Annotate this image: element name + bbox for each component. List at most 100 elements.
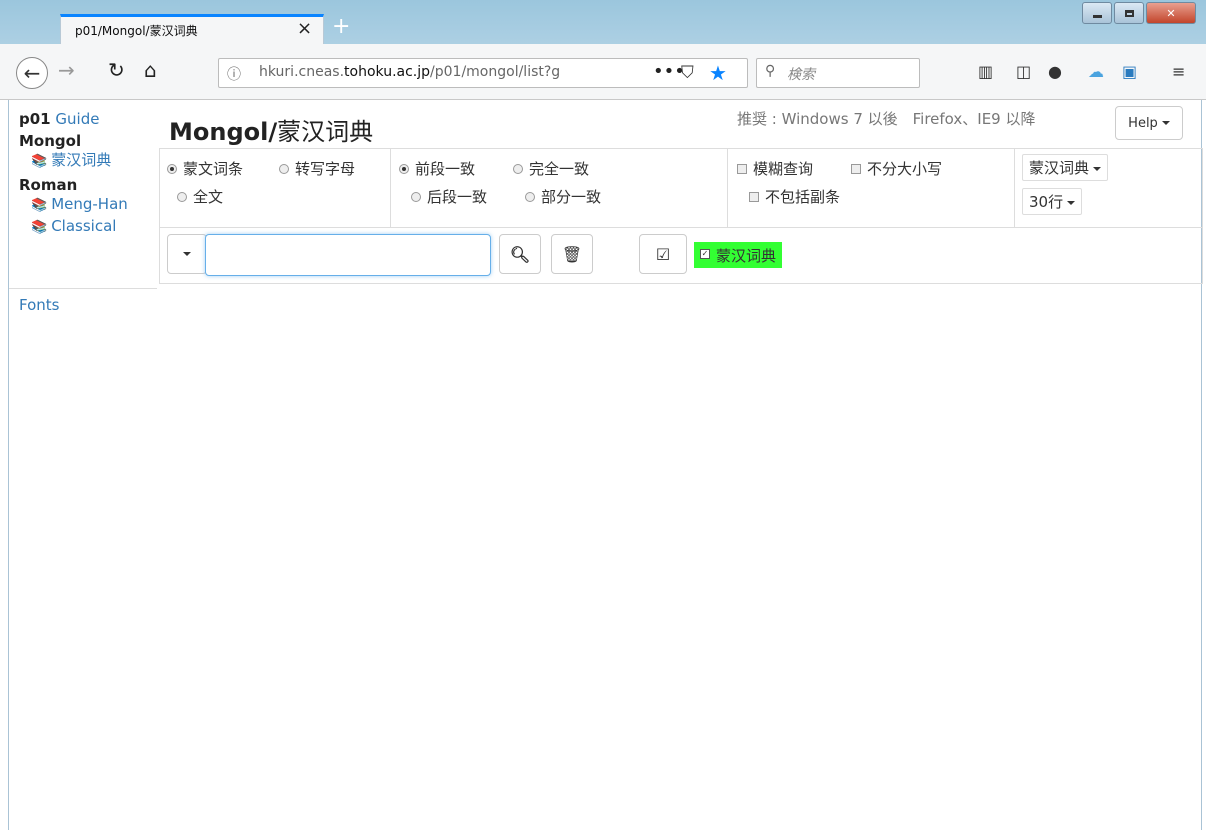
search-button[interactable]: 🔍︎ [499, 234, 541, 274]
divider [159, 227, 1203, 228]
search-icon: ⚲ [765, 63, 776, 79]
radio-prefix-match[interactable]: 前段一致 [399, 158, 475, 179]
checkbox-exclude-subentries[interactable]: 不包括副条 [749, 186, 840, 207]
search-placeholder: 検索 [787, 67, 815, 83]
tab-title: p01/Mongol/蒙汉词典 [75, 24, 198, 38]
dictionary-select[interactable]: 蒙汉词典 [1022, 154, 1109, 181]
home-icon[interactable]: ⌂ [144, 58, 157, 82]
sidebar-item-menghan-dict[interactable]: 📚 蒙汉词典 [19, 150, 159, 172]
pocket-icon[interactable]: ⛉ [681, 63, 694, 83]
s-extension-icon[interactable]: ▣ [1122, 62, 1137, 81]
browser-chrome: p01/Mongol/蒙汉词典 × + ✕ ← → ↻ ⌂ ⓘ hkuri.cn… [0, 0, 1206, 100]
maximize-button[interactable] [1114, 2, 1144, 24]
chevron-down-icon [1093, 166, 1102, 171]
radio-mongolian-entry[interactable]: 蒙文词条 [167, 158, 243, 179]
address-bar[interactable]: ⓘ hkuri.cneas.tohoku.ac.jp/p01/mongol/li… [218, 58, 748, 88]
close-window-button[interactable]: ✕ [1146, 2, 1196, 24]
checkbox-label: 不分大小写 [867, 160, 943, 178]
checkbox-icon [737, 163, 747, 174]
selected-dictionary-badge[interactable]: ✓ 蒙汉词典 [694, 242, 783, 268]
window-controls: ✕ [1082, 2, 1202, 24]
select-value: 蒙汉词典 [1029, 159, 1090, 177]
radio-label: 后段一致 [427, 188, 488, 206]
search-input[interactable] [205, 234, 491, 276]
url-path: /p01/mongol/list?g [430, 64, 561, 80]
site-label: p01 [19, 110, 51, 128]
new-tab-icon[interactable]: + [332, 14, 350, 39]
radio-icon [177, 191, 187, 202]
page-title: Mongol/蒙汉词典 [169, 112, 373, 147]
menu-icon[interactable]: ≡ [1172, 62, 1185, 81]
url-text[interactable]: hkuri.cneas.tohoku.ac.jp/p01/mongol/list… [259, 64, 631, 80]
select-dictionaries-button[interactable]: ☑ [639, 234, 687, 274]
select-value: 30行 [1029, 193, 1064, 211]
tab-strip: p01/Mongol/蒙汉词典 × + ✕ [0, 0, 1206, 44]
checkbox-label: 不包括副条 [765, 188, 841, 206]
sidebar-toggle-icon[interactable]: ◫ [1016, 62, 1031, 81]
guide-link[interactable]: Guide [55, 110, 99, 128]
radio-label: 完全一致 [529, 160, 590, 178]
bookmark-star-icon[interactable]: ★ [709, 61, 727, 85]
radio-icon [411, 191, 421, 202]
radio-icon [525, 191, 535, 202]
sidebar: p01 Guide Mongol 📚 蒙汉词典 Roman 📚 Meng-Han 📚… [19, 110, 159, 238]
checkbox-checked-icon: ✓ [700, 249, 710, 259]
chevron-down-icon [1161, 121, 1170, 125]
cloud-extension-icon[interactable]: ☁ [1088, 62, 1104, 81]
book-icon: 📚 [31, 220, 48, 235]
divider [1014, 148, 1015, 228]
trash-icon: 🗑 [561, 244, 583, 264]
radio-transliteration[interactable]: 转写字母 [279, 158, 355, 179]
radio-label: 前段一致 [415, 160, 476, 178]
radio-icon [399, 163, 409, 174]
radio-fulltext[interactable]: 全文 [177, 186, 223, 207]
back-button[interactable]: ← [16, 57, 48, 89]
divider [1202, 148, 1203, 284]
book-icon: 📚 [31, 198, 48, 213]
radio-suffix-match[interactable]: 后段一致 [411, 186, 487, 207]
sidebar-item-classical[interactable]: 📚 Classical [19, 216, 159, 238]
minimize-icon [1092, 14, 1102, 18]
fonts-link[interactable]: Fonts [19, 296, 59, 314]
checkbox-icon [851, 163, 861, 174]
radio-label: 部分一致 [541, 188, 602, 206]
browser-search-box[interactable]: ⚲ 検索 [756, 58, 920, 88]
reload-icon[interactable]: ↻ [108, 58, 125, 82]
checkbox-case-insensitive[interactable]: 不分大小写 [851, 158, 942, 179]
tab-close-icon[interactable]: × [297, 18, 312, 39]
title-dictionary: 蒙汉词典 [277, 118, 374, 146]
sidebar-divider [9, 288, 157, 289]
title-mongol: Mongol/ [169, 118, 278, 146]
library-icon[interactable]: ▥ [978, 62, 993, 81]
divider [159, 148, 1203, 149]
search-history-dropdown[interactable] [167, 234, 207, 274]
chevron-down-icon [1067, 200, 1076, 205]
sidebar-section-mongol: Mongol [19, 132, 82, 150]
radio-label: 转写字母 [295, 160, 356, 178]
minimize-button[interactable] [1082, 2, 1112, 24]
divider [727, 148, 728, 228]
sidebar-item-label: Meng-Han [51, 195, 128, 213]
info-icon[interactable]: ⓘ [227, 64, 241, 84]
forward-icon[interactable]: → [58, 58, 75, 82]
radio-icon [513, 163, 523, 174]
check-circle-icon: ☑ [655, 244, 671, 264]
divider [390, 148, 391, 228]
clear-button[interactable]: 🗑 [551, 234, 593, 274]
search-icon: 🔍︎ [509, 244, 531, 264]
radio-icon [167, 163, 177, 174]
close-icon: ✕ [1166, 6, 1176, 20]
sidebar-top: p01 Guide [19, 110, 159, 128]
badge-label: 蒙汉词典 [716, 246, 777, 265]
url-host-prefix: hkuri.cneas. [259, 64, 345, 80]
radio-exact-match[interactable]: 完全一致 [513, 158, 589, 179]
sidebar-item-meng-han[interactable]: 📚 Meng-Han [19, 194, 159, 216]
maximize-icon [1124, 9, 1134, 17]
rows-select[interactable]: 30行 [1022, 188, 1083, 215]
url-host-domain: tohoku.ac.jp [344, 64, 431, 80]
checkbox-fuzzy[interactable]: 模糊查询 [737, 158, 813, 179]
extension-icon[interactable]: ● [1048, 62, 1062, 81]
radio-partial-match[interactable]: 部分一致 [525, 186, 601, 207]
help-button[interactable]: Help [1115, 106, 1183, 140]
browser-tab[interactable]: p01/Mongol/蒙汉词典 × [60, 14, 324, 44]
